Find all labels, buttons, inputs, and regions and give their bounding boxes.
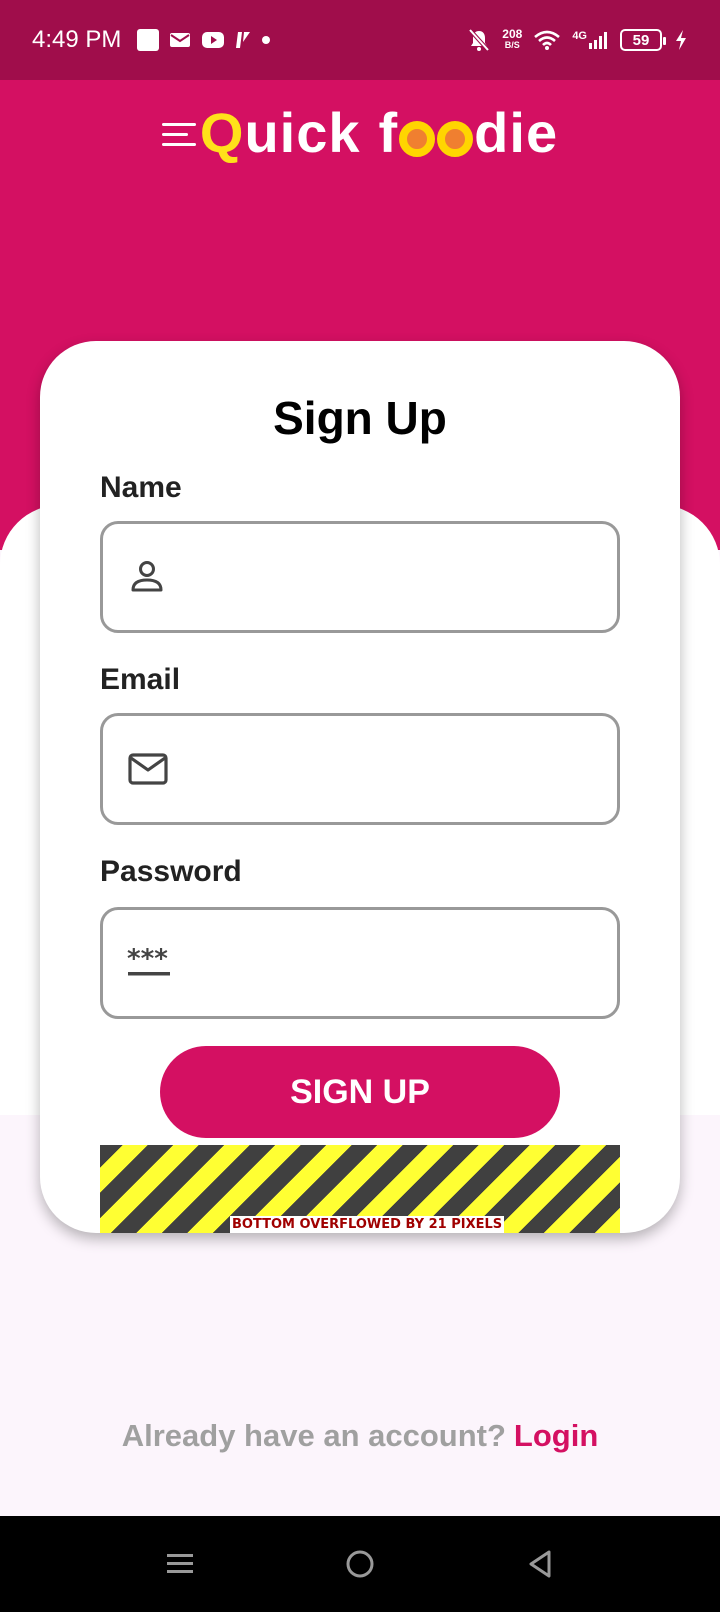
name-label: Name [100,471,182,504]
email-field[interactable] [100,713,620,825]
email-label: Email [100,663,181,696]
login-prompt: Already have an account? Login [0,1418,720,1454]
bell-off-icon [468,28,490,52]
quick-foodie-logo: Q uick f die [0,100,720,165]
logo-q: Q [199,101,245,164]
page-title: Sign Up [273,392,447,444]
dot-icon [262,36,271,44]
overflow-message: BOTTOM OVERFLOWED BY 21 PIXELS [230,1216,505,1233]
login-prompt-text: Already have an account? [121,1418,506,1453]
password-icon: *** [127,945,170,976]
password-input[interactable] [171,910,617,1016]
home-icon[interactable] [344,1548,376,1580]
person-icon [131,561,163,592]
logo-text-right: die [474,101,559,164]
speed-lines-icon [161,123,196,146]
net-speed-value: 208 [502,27,523,41]
navigation-bar [0,1516,720,1612]
battery-indicator: 59 [620,29,666,51]
logo-eye-icon [399,120,436,157]
name-input[interactable] [167,524,617,630]
status-bar: 4:49 PM 208 B/S 4G 59 [0,0,720,80]
logo-f: f [378,101,399,164]
app-y-icon [236,32,251,48]
logo-text-left: uick [244,101,361,164]
svg-text:***: *** [127,945,168,974]
app-notification-icon [137,29,160,51]
overflow-warning: BOTTOM OVERFLOWED BY 21 PIXELS [100,1145,620,1233]
login-link[interactable]: Login [514,1418,598,1453]
wifi-icon [534,30,561,50]
password-label: Password [100,855,242,888]
status-time: 4:49 PM [32,26,122,53]
signup-button[interactable]: SIGN UP [160,1046,560,1138]
gmail-icon [170,33,191,47]
youtube-icon [202,32,225,48]
recent-apps-icon[interactable] [165,1549,195,1579]
net-speed-unit: B/S [504,40,520,50]
email-input[interactable] [169,716,617,822]
network-type: 4G [572,30,587,42]
net-speed: 208 B/S [502,27,523,51]
logo-text: Q uick f die [200,100,558,165]
system-icons: 208 B/S 4G 59 [468,28,688,52]
notification-icons [137,29,271,51]
charging-icon [676,30,686,50]
signup-card: Sign Up Name Email Password *** SIGN UP … [40,341,680,1233]
password-field[interactable]: *** [100,907,620,1019]
back-icon[interactable] [525,1548,555,1580]
mail-icon [128,753,168,785]
logo-eye-icon [437,120,474,157]
cell-signal-icon: 4G [572,30,608,50]
name-field[interactable] [100,521,620,633]
